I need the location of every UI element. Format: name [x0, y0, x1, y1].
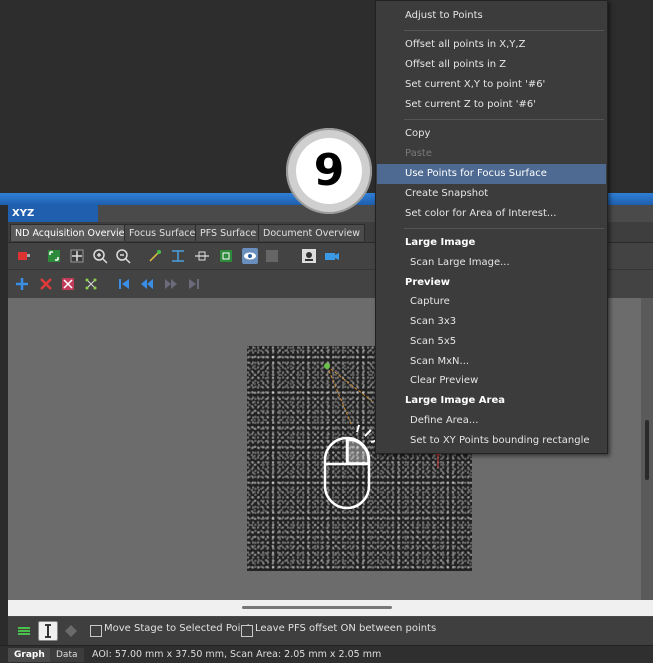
- camera-icon[interactable]: [324, 248, 340, 264]
- menu-separator: [404, 30, 604, 31]
- panel-title-tab[interactable]: XYZ Overview×: [8, 205, 98, 236]
- point-marker[interactable]: [324, 363, 330, 369]
- step-number: 9: [296, 138, 362, 204]
- previous-point-icon[interactable]: [139, 276, 155, 292]
- tab-graph[interactable]: Graph: [8, 648, 51, 662]
- draw-point-icon[interactable]: [147, 248, 163, 264]
- mouse-right-click-icon: [323, 424, 380, 510]
- zoom-out-icon[interactable]: [115, 248, 131, 264]
- status-text: AOI: 57.00 mm x 37.50 mm, Scan Area: 2.0…: [92, 649, 382, 660]
- tab-nd-acquisition-overview[interactable]: ND Acquisition Overview: [10, 224, 138, 241]
- camera-settings-icon[interactable]: [301, 248, 317, 264]
- menu-header-large-image: Large Image: [405, 237, 476, 248]
- menu-item-scan-mxn[interactable]: Scan MxN...: [377, 352, 606, 372]
- delete-all-icon[interactable]: [60, 276, 76, 292]
- z-range-button[interactable]: [38, 621, 58, 641]
- measure-icon[interactable]: [170, 248, 186, 264]
- menu-item-set-color-aoi[interactable]: Set color for Area of Interest...: [377, 204, 606, 224]
- menu-separator: [404, 119, 604, 120]
- menu-item-define-area[interactable]: Define Area...: [377, 411, 606, 431]
- menu-item-capture[interactable]: Capture: [377, 292, 606, 312]
- move-icon[interactable]: [69, 248, 85, 264]
- diamond-icon[interactable]: [63, 623, 79, 639]
- zoom-fit-icon[interactable]: [46, 248, 62, 264]
- menu-item-scan-3x3[interactable]: Scan 3x3: [377, 312, 606, 332]
- menu-item-use-points-focus-surface[interactable]: Use Points for Focus Surface: [377, 164, 606, 184]
- tab-pfs-surface[interactable]: PFS Surface: [195, 224, 262, 241]
- tab-focus-surface[interactable]: Focus Surface: [124, 224, 201, 241]
- region-icon[interactable]: [218, 248, 234, 264]
- overlay-icon[interactable]: [264, 248, 280, 264]
- zoom-in-icon[interactable]: [92, 248, 108, 264]
- menu-item-offset-xyz[interactable]: Offset all points in X,Y,Z: [377, 35, 606, 55]
- vertical-scroll-thumb[interactable]: [645, 420, 649, 480]
- add-point-icon[interactable]: [14, 276, 30, 292]
- menu-item-set-xy-to-point[interactable]: Set current X,Y to point '#6': [377, 75, 606, 95]
- menu-item-set-xy-bounding-rect[interactable]: Set to XY Points bounding rectangle: [377, 431, 606, 451]
- tab-data[interactable]: Data: [50, 648, 84, 662]
- menu-header-preview: Preview: [405, 277, 451, 288]
- move-stage-checkbox[interactable]: [90, 625, 102, 637]
- menu-item-paste: Paste: [405, 148, 432, 159]
- layers-icon[interactable]: [16, 623, 32, 639]
- context-menu: Adjust to Points Offset all points in X,…: [375, 0, 608, 454]
- stage-icon[interactable]: [16, 248, 32, 264]
- menu-item-adjust-to-points[interactable]: Adjust to Points: [377, 6, 606, 26]
- path-line: [326, 365, 373, 402]
- menu-item-clear-preview[interactable]: Clear Preview: [377, 371, 606, 391]
- menu-item-set-z-to-point[interactable]: Set current Z to point '#6': [377, 95, 606, 115]
- first-point-icon[interactable]: [116, 276, 132, 292]
- menu-item-scan-5x5[interactable]: Scan 5x5: [377, 332, 606, 352]
- menu-header-large-image-area: Large Image Area: [405, 395, 505, 406]
- distance-icon[interactable]: [194, 248, 210, 264]
- next-point-icon[interactable]: [163, 276, 179, 292]
- leave-pfs-label: Leave PFS offset ON between points: [255, 623, 437, 634]
- horizontal-scroll-thumb[interactable]: [242, 606, 392, 609]
- delete-point-icon[interactable]: [38, 276, 54, 292]
- eye-icon[interactable]: [242, 248, 258, 264]
- last-point-icon[interactable]: [186, 276, 202, 292]
- menu-item-copy[interactable]: Copy: [377, 124, 606, 144]
- menu-item-create-snapshot[interactable]: Create Snapshot: [377, 184, 606, 204]
- menu-separator: [404, 228, 604, 229]
- options-bar: Move Stage to Selected Point Leave PFS o…: [8, 617, 653, 645]
- menu-item-scan-large-image[interactable]: Scan Large Image...: [377, 253, 606, 273]
- path-line: [326, 365, 353, 427]
- menu-item-offset-z[interactable]: Offset all points in Z: [377, 55, 606, 75]
- leave-pfs-checkbox[interactable]: [241, 625, 253, 637]
- move-stage-label: Move Stage to Selected Point: [104, 623, 251, 634]
- status-bar: Graph Data AOI: 57.00 mm x 37.50 mm, Sca…: [0, 645, 653, 663]
- generate-points-icon[interactable]: [83, 276, 99, 292]
- tab-document-overview[interactable]: Document Overview: [258, 224, 365, 241]
- z-range-icon: [45, 624, 51, 638]
